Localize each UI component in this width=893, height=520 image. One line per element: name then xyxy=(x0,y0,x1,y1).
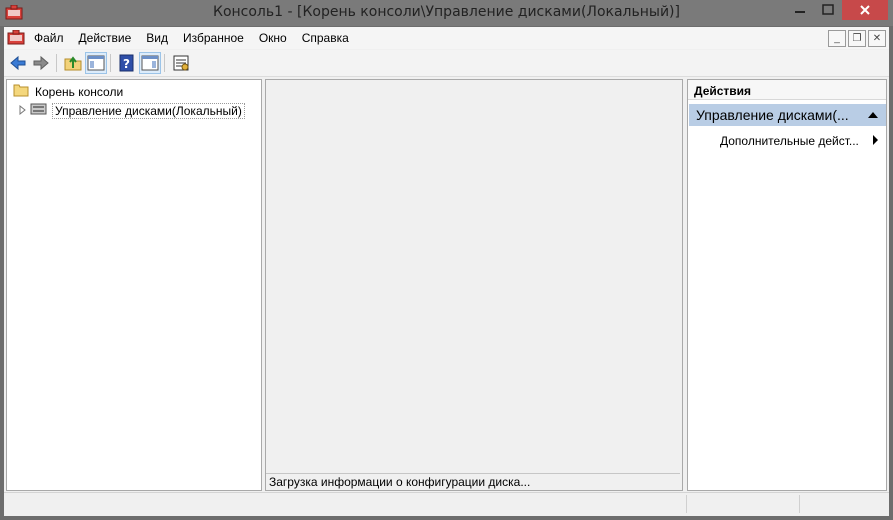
minimize-button[interactable] xyxy=(786,0,814,20)
action-label: Дополнительные дейст... xyxy=(720,134,859,148)
menu-bar: Файл Действие Вид Избранное Окно Справка… xyxy=(4,27,889,49)
show-hide-tree-icon[interactable] xyxy=(85,52,107,74)
tree-item-console-root[interactable]: Корень консоли xyxy=(13,83,123,100)
collapse-arrow-icon[interactable] xyxy=(868,112,878,118)
menu-help[interactable]: Справка xyxy=(296,31,355,45)
maximize-button[interactable] xyxy=(814,0,842,20)
console-document-icon[interactable] xyxy=(7,29,25,46)
toolbar-separator xyxy=(164,54,165,72)
action-more-actions[interactable]: Дополнительные дейст... xyxy=(720,134,880,148)
title-bar[interactable]: Консоль1 - [Корень консоли\Управление ди… xyxy=(0,0,893,26)
toolbar-separator xyxy=(110,54,111,72)
child-restore-button[interactable]: ❐ xyxy=(848,30,866,47)
status-cell xyxy=(799,495,888,513)
child-minimize-button[interactable]: _ xyxy=(828,30,846,47)
loading-status-text: Загрузка информации о конфигурации диска… xyxy=(266,473,680,490)
child-close-button[interactable]: ✕ xyxy=(868,30,886,47)
disk-management-icon xyxy=(30,101,48,120)
help-icon[interactable]: ? xyxy=(117,53,137,73)
toolbar: ? xyxy=(4,50,889,77)
up-folder-icon[interactable] xyxy=(63,53,83,73)
menu-favorites[interactable]: Избранное xyxy=(177,31,250,45)
show-hide-action-pane-icon[interactable] xyxy=(139,52,161,74)
submenu-arrow-icon xyxy=(873,135,878,145)
window-title: Консоль1 - [Корень консоли\Управление ди… xyxy=(213,4,680,20)
mmc-client-area: Файл Действие Вид Избранное Окно Справка… xyxy=(4,27,889,516)
tree-item-label: Корень консоли xyxy=(35,84,124,99)
console-tree-pane[interactable]: Корень консоли Управление дисками(Локаль… xyxy=(6,79,262,491)
tree-item-label: Управление дисками(Локальный) xyxy=(52,102,245,119)
expand-arrow-icon[interactable] xyxy=(19,104,27,118)
actions-section-label: Управление дисками(... xyxy=(696,107,849,123)
menu-window[interactable]: Окно xyxy=(253,31,293,45)
actions-pane: Действия Управление дисками(... Дополнит… xyxy=(687,79,887,491)
actions-header: Действия xyxy=(688,80,886,100)
folder-icon xyxy=(13,83,29,100)
menu-view[interactable]: Вид xyxy=(140,31,174,45)
toolbar-separator xyxy=(56,54,57,72)
menu-action[interactable]: Действие xyxy=(73,31,138,45)
actions-section-disk-management[interactable]: Управление дисками(... xyxy=(689,104,886,126)
forward-arrow-icon[interactable] xyxy=(31,53,51,73)
status-bar xyxy=(4,492,889,516)
tree-item-disk-management[interactable]: Управление дисками(Локальный) xyxy=(19,101,245,120)
close-button[interactable] xyxy=(842,0,888,20)
svg-text:?: ? xyxy=(123,57,130,71)
back-arrow-icon[interactable] xyxy=(8,53,28,73)
results-pane: Загрузка информации о конфигурации диска… xyxy=(265,79,683,491)
status-cell xyxy=(686,495,798,513)
properties-icon[interactable] xyxy=(171,53,191,73)
menu-file[interactable]: Файл xyxy=(28,31,70,45)
